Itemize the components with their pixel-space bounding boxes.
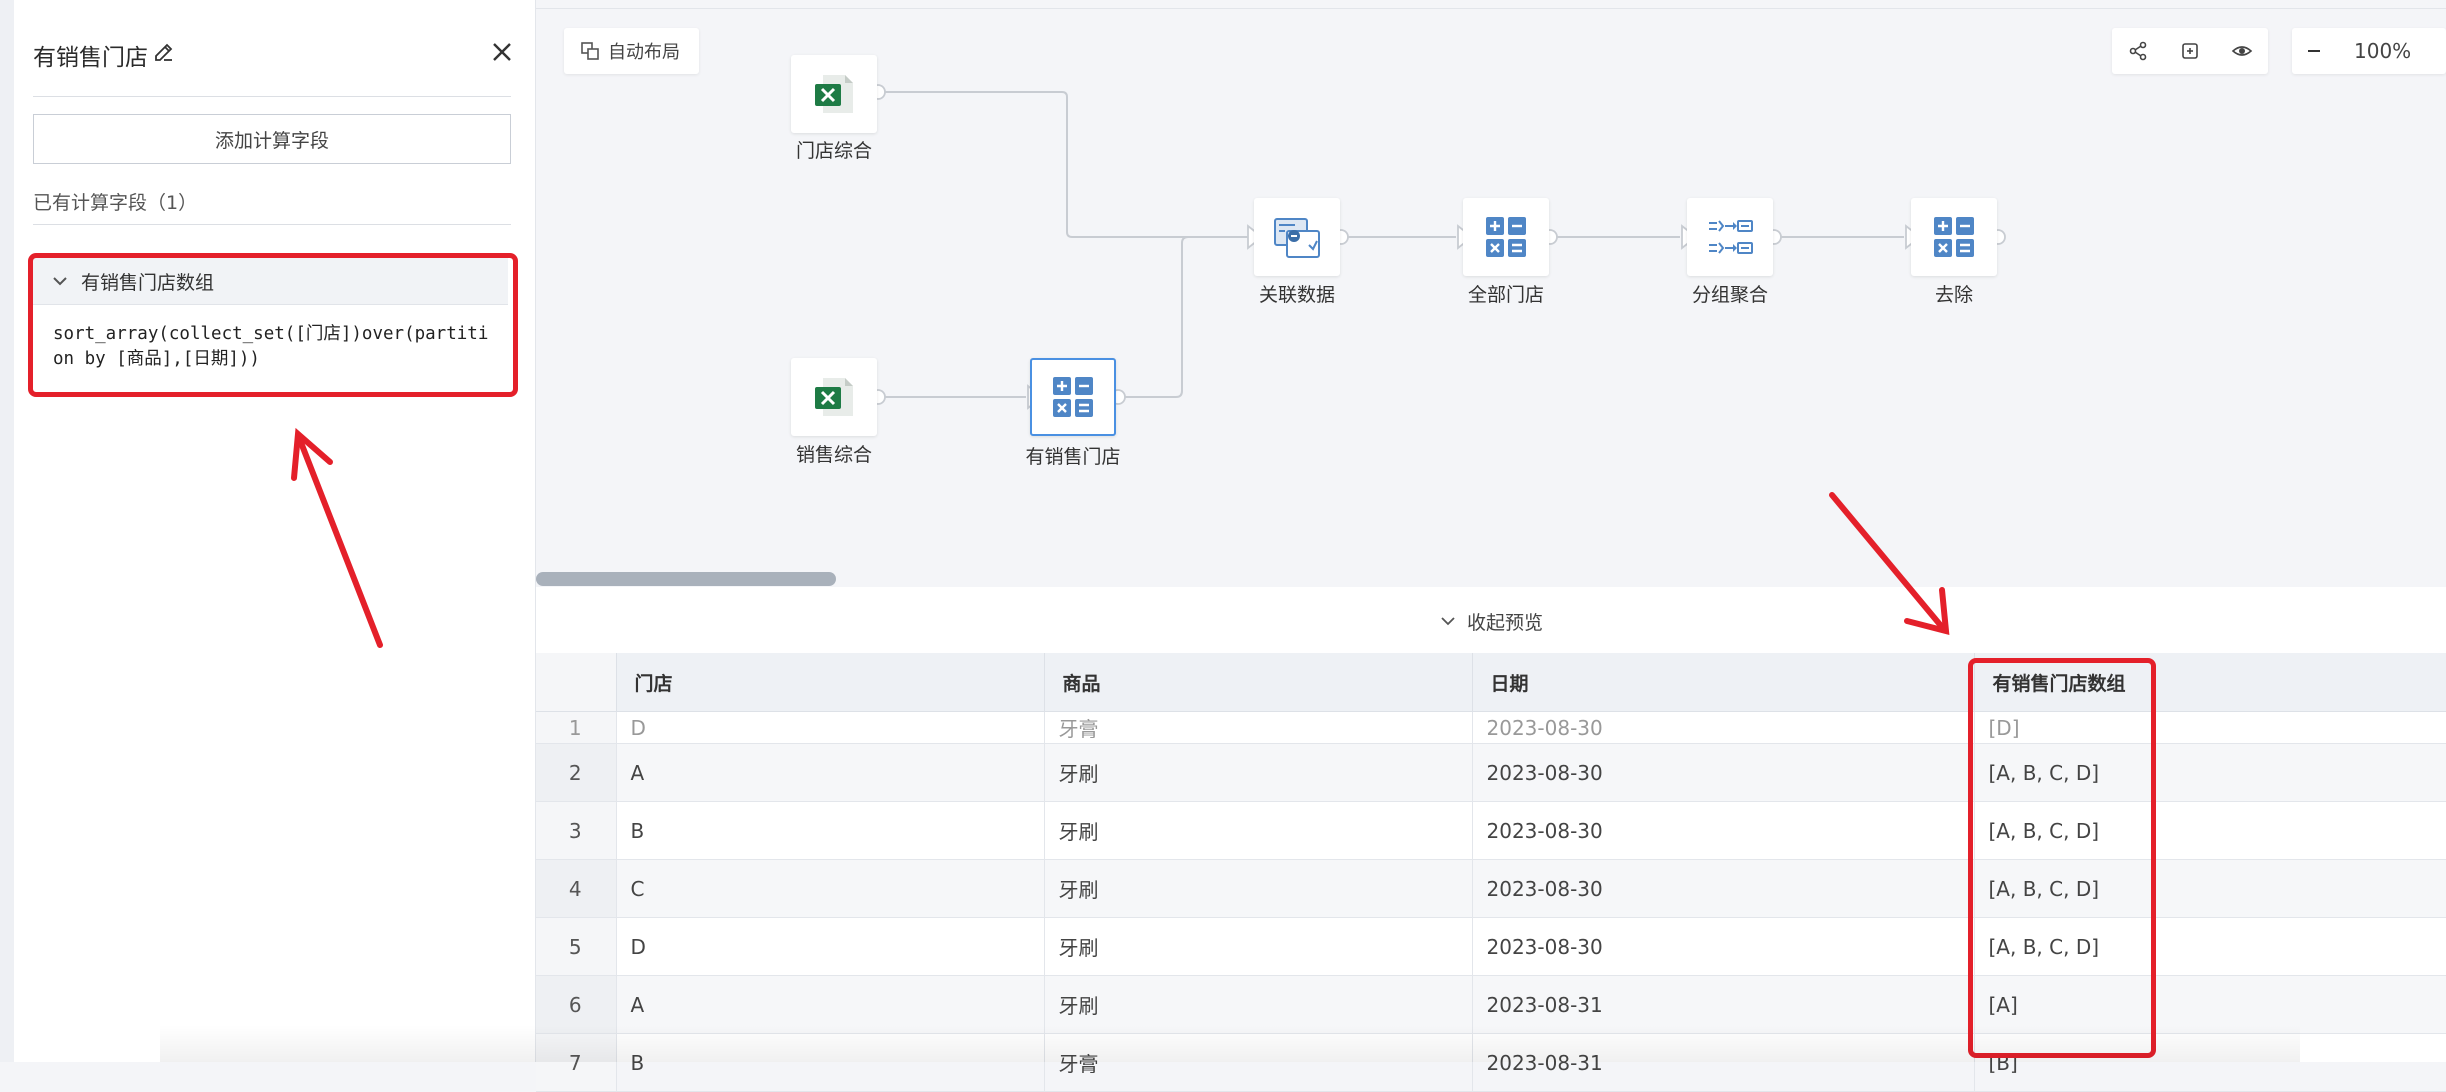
annotation-arrows: [291, 427, 1950, 648]
